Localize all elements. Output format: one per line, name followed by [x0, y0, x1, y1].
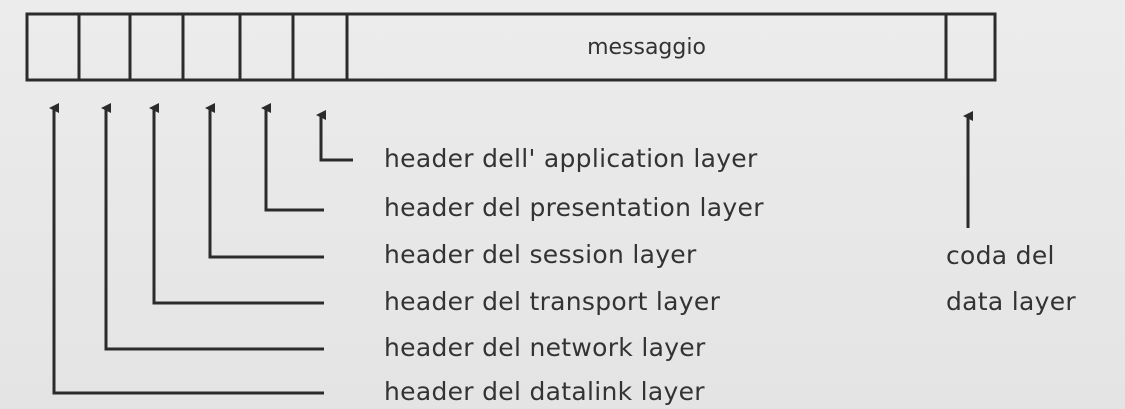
network-header-label: header del network layer — [384, 333, 706, 362]
trailer-label-line1: coda del — [946, 241, 1055, 270]
presentation-header-arrow — [261, 103, 324, 212]
transport-header-arrow — [149, 103, 324, 305]
encapsulation-diagram: messaggio header dell' application layer… — [0, 0, 1125, 409]
datalink-header-label: header del datalink layer — [384, 377, 705, 406]
presentation-header-label: header del presentation layer — [384, 193, 764, 222]
trailer-label-line2: data layer — [946, 287, 1076, 316]
message-label: messaggio — [587, 34, 706, 60]
application-header-label: header dell' application layer — [384, 144, 758, 173]
transport-header-label: header del transport layer — [384, 287, 721, 316]
application-header-arrow — [316, 110, 353, 162]
network-header-arrow — [101, 103, 324, 351]
session-header-label: header del session layer — [384, 240, 697, 269]
